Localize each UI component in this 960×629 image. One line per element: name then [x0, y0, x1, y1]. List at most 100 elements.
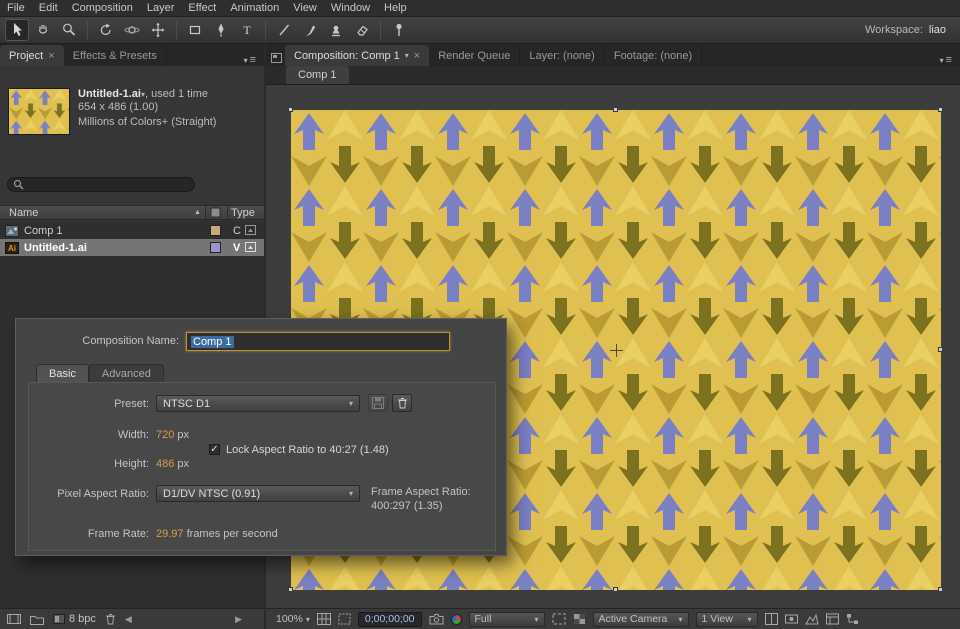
- tab-basic[interactable]: Basic: [36, 364, 89, 383]
- unified-camera-tool[interactable]: [120, 19, 144, 41]
- menu-file[interactable]: File: [0, 2, 32, 14]
- chevron-down-icon[interactable]: ▾: [405, 51, 409, 60]
- menu-help[interactable]: Help: [377, 2, 414, 14]
- pen-tool[interactable]: [209, 19, 233, 41]
- magnification-dropdown[interactable]: 100% ▾: [276, 613, 310, 625]
- workspace-value[interactable]: liao: [929, 24, 946, 36]
- menu-composition[interactable]: Composition: [65, 2, 140, 14]
- rectangle-tool[interactable]: [183, 19, 207, 41]
- search-input[interactable]: [28, 179, 189, 190]
- footage-usage: , used 1 time: [145, 88, 208, 100]
- share-view-icon[interactable]: [765, 613, 778, 625]
- grid-guides-icon[interactable]: [317, 613, 331, 625]
- composition-name-value: Comp 1: [191, 336, 234, 348]
- arrow-right-icon[interactable]: ▶: [235, 614, 242, 625]
- flowchart-button-icon[interactable]: [846, 613, 859, 625]
- selection-tool[interactable]: [5, 19, 29, 41]
- type-tool[interactable]: T: [235, 19, 259, 41]
- hand-tool-icon: [36, 22, 50, 38]
- zoom-tool[interactable]: [57, 19, 81, 41]
- mask-visibility-icon[interactable]: [338, 613, 351, 625]
- clone-stamp-tool[interactable]: [324, 19, 348, 41]
- trash-icon[interactable]: [105, 613, 116, 625]
- camera-view-dropdown[interactable]: Active Camera ▾: [593, 612, 689, 627]
- list-item-footage-selected[interactable]: Ai Untitled-1.ai V: [0, 239, 264, 256]
- tab-effects-presets[interactable]: Effects & Presets: [64, 45, 167, 66]
- viewer-panel-menu-button[interactable]: ▾ ≡: [940, 54, 960, 66]
- preset-dropdown[interactable]: NTSC D1 ▾: [156, 395, 360, 412]
- puppet-pin-tool[interactable]: [387, 19, 411, 41]
- current-time-field[interactable]: 0;00;00;00: [358, 612, 422, 627]
- timeline-button-icon[interactable]: [826, 613, 839, 625]
- subtab-comp-1[interactable]: Comp 1: [286, 66, 349, 84]
- menu-layer[interactable]: Layer: [140, 2, 182, 14]
- tab-footage[interactable]: Footage: (none): [605, 45, 702, 66]
- pixel-aspect-ratio-dropdown[interactable]: D1/DV NTSC (0.91) ▾: [156, 485, 360, 502]
- label-color-chip[interactable]: [210, 242, 221, 253]
- pixel-aspect-correction-icon[interactable]: [785, 613, 798, 625]
- rotation-tool[interactable]: [94, 19, 118, 41]
- save-preset-button[interactable]: [368, 394, 388, 412]
- channel-color-icon[interactable]: [451, 614, 462, 625]
- snapshot-icon[interactable]: [429, 613, 444, 625]
- composition-name-input[interactable]: Comp 1: [186, 332, 450, 351]
- delete-preset-button[interactable]: [392, 394, 412, 412]
- hand-tool[interactable]: [31, 19, 55, 41]
- menu-animation[interactable]: Animation: [223, 2, 286, 14]
- view-layout-dropdown[interactable]: 1 View ▾: [696, 612, 758, 627]
- menu-edit[interactable]: Edit: [32, 2, 65, 14]
- arrow-left-icon[interactable]: ◀: [125, 614, 132, 625]
- width-value[interactable]: 720: [156, 429, 174, 441]
- selection-handle[interactable]: [938, 347, 943, 352]
- brush-tool-icon: [303, 22, 317, 38]
- chevron-down-icon: ▾: [349, 489, 353, 498]
- selection-handle[interactable]: [613, 587, 618, 592]
- tab-advanced[interactable]: Advanced: [89, 364, 164, 383]
- height-field: 486 px: [156, 458, 189, 470]
- tab-project-label: Project: [9, 50, 43, 62]
- region-of-interest-icon[interactable]: [552, 613, 566, 625]
- transparency-grid-icon[interactable]: [573, 613, 586, 625]
- frame-rate-value[interactable]: 29.97: [156, 528, 184, 540]
- composition-name-label: Composition Name:: [16, 335, 179, 347]
- column-header-name[interactable]: Name: [0, 207, 38, 219]
- line-tool[interactable]: [272, 19, 296, 41]
- footage-title: Untitled-1.ai: [78, 88, 141, 100]
- new-folder-icon[interactable]: [30, 614, 44, 625]
- zoom-tool-icon: [62, 22, 76, 38]
- lock-aspect-label[interactable]: Lock Aspect Ratio to 40:27 (1.48): [226, 444, 389, 456]
- project-panel-menu-button[interactable]: ▾ ≡: [244, 54, 264, 66]
- column-header-type[interactable]: Type: [231, 207, 255, 219]
- selection-handle[interactable]: [288, 587, 293, 592]
- fast-previews-icon[interactable]: [805, 613, 819, 625]
- interpret-footage-icon[interactable]: [7, 613, 21, 625]
- tab-composition[interactable]: Composition: Comp 1 ▾ ×: [285, 45, 429, 66]
- close-icon[interactable]: ×: [48, 50, 54, 62]
- column-divider[interactable]: [227, 206, 228, 221]
- column-divider[interactable]: [205, 206, 206, 221]
- label-color-chip[interactable]: [210, 225, 221, 236]
- footage-thumbnail[interactable]: [8, 88, 70, 135]
- selection-handle[interactable]: [613, 107, 618, 112]
- tab-project[interactable]: Project ×: [0, 45, 64, 66]
- pan-behind-tool[interactable]: [146, 19, 170, 41]
- brush-tool[interactable]: [298, 19, 322, 41]
- label-column-icon[interactable]: [210, 207, 222, 218]
- menu-window[interactable]: Window: [324, 2, 377, 14]
- close-icon[interactable]: ×: [414, 50, 420, 62]
- list-item-comp[interactable]: Comp 1 C: [0, 222, 264, 239]
- selection-handle[interactable]: [938, 107, 943, 112]
- project-bit-depth[interactable]: 8 bpc: [53, 613, 96, 625]
- timecode-value: 0;00;00;00: [365, 613, 415, 625]
- lock-aspect-checkbox[interactable]: ✓: [209, 444, 220, 455]
- menu-view[interactable]: View: [286, 2, 324, 14]
- menu-effect[interactable]: Effect: [181, 2, 223, 14]
- tab-render-queue[interactable]: Render Queue: [429, 45, 520, 66]
- selection-handle[interactable]: [288, 107, 293, 112]
- selection-handle[interactable]: [938, 587, 943, 592]
- resolution-dropdown[interactable]: Full ▾: [469, 612, 545, 627]
- tab-layer[interactable]: Layer: (none): [520, 45, 604, 66]
- sort-up-icon[interactable]: ▲: [194, 209, 201, 216]
- eraser-tool[interactable]: [350, 19, 374, 41]
- height-value[interactable]: 486: [156, 458, 174, 470]
